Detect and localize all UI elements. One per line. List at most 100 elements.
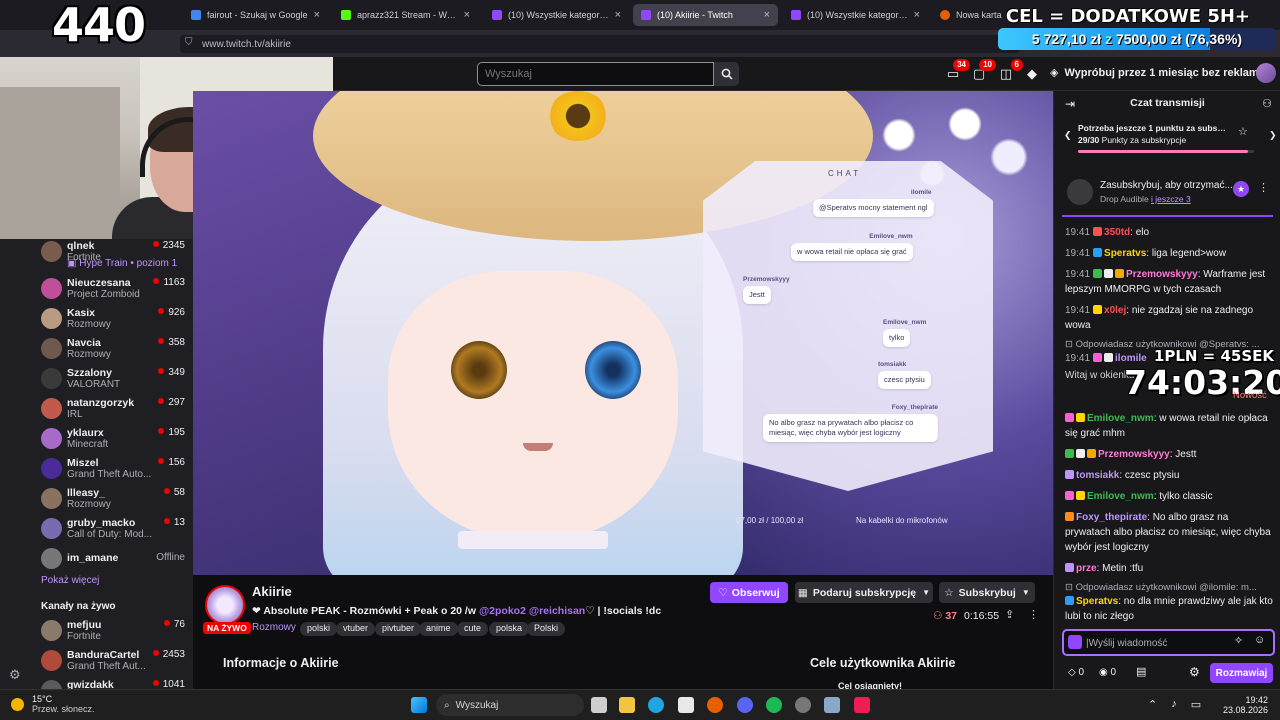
close-icon[interactable]: × bbox=[314, 9, 320, 21]
stream-tag[interactable]: vtuber bbox=[336, 622, 376, 636]
sidebar-channel[interactable]: natanzgorzyk IRL 297 bbox=[0, 394, 193, 424]
chat-input[interactable] bbox=[1086, 635, 1226, 651]
stream-tag[interactable]: polski bbox=[300, 622, 338, 636]
close-icon[interactable]: × bbox=[914, 9, 920, 21]
search-input[interactable] bbox=[477, 62, 714, 86]
badge-icon bbox=[1104, 353, 1114, 362]
emoji-icon[interactable]: ☺ bbox=[1254, 634, 1265, 646]
show-more-link[interactable]: Pokaż więcej bbox=[41, 575, 99, 586]
avatar bbox=[41, 680, 62, 689]
inbox-icon[interactable]: ▭ 34 bbox=[943, 59, 970, 84]
chat-message: 19:41 Speratvs: liga legend>wow bbox=[1065, 248, 1227, 259]
gear-icon[interactable]: ⚙ bbox=[9, 667, 21, 683]
address-bar[interactable]: ⛉ www.twitch.tv/akiirie bbox=[180, 35, 1020, 53]
chevron-up-icon[interactable]: ⌃ bbox=[1148, 698, 1157, 711]
star-icon[interactable]: ☆ bbox=[1238, 125, 1248, 138]
overlay-message: tomsiakk czesc ptysiu bbox=[878, 361, 931, 389]
gift-subscription-button[interactable]: ▦ Podaruj subskrypcję ▼ bbox=[795, 582, 933, 603]
channel-points[interactable]: ◇ 0 bbox=[1068, 667, 1084, 678]
person-icon: ⚇ bbox=[933, 610, 943, 622]
whispers-icon[interactable]: ◫ 6 bbox=[996, 59, 1023, 84]
sidebar-channel[interactable]: Kasix Rozmowy 926 bbox=[0, 304, 193, 334]
store-icon[interactable] bbox=[678, 697, 694, 713]
streamer-avatar[interactable] bbox=[205, 585, 245, 625]
follow-button[interactable]: ♡ Obserwuj bbox=[710, 582, 788, 603]
firefox-icon[interactable] bbox=[707, 697, 723, 713]
stream-category[interactable]: Rozmowy bbox=[252, 622, 296, 633]
chat-input-box[interactable]: ✧ ☺ bbox=[1062, 629, 1275, 656]
browser-tab[interactable]: (10) Wszystkie kategorie - Twitc× bbox=[783, 4, 928, 26]
sub-points-progress bbox=[1078, 150, 1254, 153]
emote-badge-icon[interactable] bbox=[1068, 635, 1082, 649]
sub-star-icon: ★ bbox=[1233, 181, 1249, 197]
streamer-name[interactable]: Akiirie bbox=[252, 584, 292, 599]
chat-header: Czat transmisji bbox=[1130, 97, 1205, 109]
sidebar-channel[interactable]: mefjuu Fortnite 76 bbox=[0, 616, 193, 646]
tiktok-icon[interactable] bbox=[854, 697, 870, 713]
sparkle-icon[interactable]: ✧ bbox=[1234, 634, 1243, 647]
sidebar-channel[interactable]: yklaurx Minecraft 195 bbox=[0, 424, 193, 454]
notifications-icon[interactable]: ▢ 10 bbox=[969, 59, 996, 84]
reply-icon: ⊡ bbox=[1065, 582, 1073, 593]
sidebar-channel[interactable]: Miszel Grand Theft Auto... 156 bbox=[0, 454, 193, 484]
stream-tag[interactable]: pivtuber bbox=[375, 622, 422, 636]
edge-icon[interactable] bbox=[648, 697, 664, 713]
browser-tab[interactable]: fairout - Szukaj w Google × bbox=[183, 4, 328, 26]
microphone-icon[interactable]: ♪ bbox=[1171, 698, 1177, 711]
stream-tag[interactable]: polska bbox=[489, 622, 530, 636]
discord-icon[interactable] bbox=[737, 697, 753, 713]
close-icon[interactable]: × bbox=[464, 9, 470, 21]
sidebar-channel[interactable]: im_amane Offline bbox=[0, 544, 193, 574]
browser-tab-active[interactable]: (10) Akiirie - Twitch × bbox=[633, 4, 778, 26]
share-icon[interactable]: ⇪ bbox=[1005, 608, 1014, 621]
hype-train-label: ▣ Hype Train • poziom 1 bbox=[67, 258, 178, 269]
weather-widget[interactable]: 15°C Przew. słonecz. bbox=[11, 694, 95, 714]
close-icon[interactable]: × bbox=[615, 9, 621, 21]
bits-balance[interactable]: ◉ 0 bbox=[1099, 667, 1116, 678]
chat-message: tomsiakk: czesc ptysiu bbox=[1065, 468, 1275, 483]
sidebar-channel[interactable]: gwizdakk 1041 bbox=[0, 676, 193, 689]
chat-message: prze: Metin :tfu bbox=[1065, 561, 1275, 576]
sidebar-channel[interactable]: gruby_macko Call of Duty: Mod... 13 bbox=[0, 514, 193, 544]
video-player[interactable]: CHAT ilomile @Speratvs mocny statement ng… bbox=[193, 91, 1053, 575]
gear-icon[interactable]: ⚙ bbox=[1189, 665, 1200, 679]
browser-tab[interactable]: (10) Wszystkie kategorie - Twitc× bbox=[484, 4, 629, 26]
sidebar-channel[interactable]: Nieuczesana Project Zomboid 1163 bbox=[0, 274, 193, 304]
badge-icon bbox=[1065, 563, 1074, 572]
taskbar-clock[interactable]: 19:42 23.08.2026 bbox=[1220, 695, 1268, 715]
sidebar-channel[interactable]: llleasy_ Rozmowy 58 bbox=[0, 484, 193, 514]
more-options-icon[interactable]: ⋮ bbox=[1258, 181, 1269, 194]
chat-send-button[interactable]: Rozmawiaj bbox=[1210, 663, 1273, 683]
file-explorer-icon[interactable] bbox=[619, 697, 635, 713]
chat-footer: ◇ 0 ◉ 0 ▤ ⚙ Rozmawiaj bbox=[1062, 663, 1275, 683]
crown-icon[interactable]: ◆ bbox=[1022, 64, 1042, 84]
windows-start-icon[interactable] bbox=[411, 697, 427, 713]
viewer-count: ⚇ 37 bbox=[933, 610, 958, 622]
browser-tab[interactable]: aprazz321 Stream - Watch Live o× bbox=[333, 4, 478, 26]
taskbar-search[interactable]: ⌕ Wyszukaj bbox=[436, 694, 584, 716]
sidebar-channel[interactable]: Szzalony VALORANT 349 bbox=[0, 364, 193, 394]
sidebar-channel[interactable]: Navcia Rozmowy 358 bbox=[0, 334, 193, 364]
chevron-left-icon[interactable]: ❮ bbox=[1064, 130, 1072, 141]
more-options-icon[interactable]: ⋮ bbox=[1028, 608, 1039, 621]
user-avatar[interactable] bbox=[1256, 63, 1276, 83]
users-icon[interactable]: ⚇ bbox=[1262, 97, 1272, 110]
obs-icon[interactable] bbox=[795, 697, 811, 713]
drop-banner[interactable]: Zasubskrybuj, aby otrzymać... Drop Audib… bbox=[1062, 171, 1273, 217]
spotify-icon[interactable] bbox=[766, 697, 782, 713]
badge-icon bbox=[1065, 470, 1074, 479]
stream-tag[interactable]: Polski bbox=[527, 622, 566, 636]
chevron-right-icon[interactable]: ❯ bbox=[1269, 130, 1277, 141]
train-icon: ▣ bbox=[67, 258, 77, 269]
search-button[interactable] bbox=[714, 62, 739, 86]
subscribe-button[interactable]: ☆ Subskrybuj ▼ bbox=[939, 582, 1035, 603]
stream-tag[interactable]: cute bbox=[457, 622, 489, 636]
close-icon[interactable]: × bbox=[764, 9, 770, 21]
network-icon[interactable]: ▭ bbox=[1191, 698, 1201, 711]
sidebar-channel[interactable]: BanduraCartel Grand Theft Aut... 2453 bbox=[0, 646, 193, 676]
task-view-icon[interactable] bbox=[591, 697, 607, 713]
gift-icon[interactable]: ▤ bbox=[1136, 665, 1146, 678]
stream-tag[interactable]: anime bbox=[419, 622, 458, 636]
settings-icon[interactable] bbox=[824, 697, 840, 713]
turbo-promo-button[interactable]: ◈ Wypróbuj przez 1 miesiąc bez reklam bbox=[1050, 66, 1259, 80]
